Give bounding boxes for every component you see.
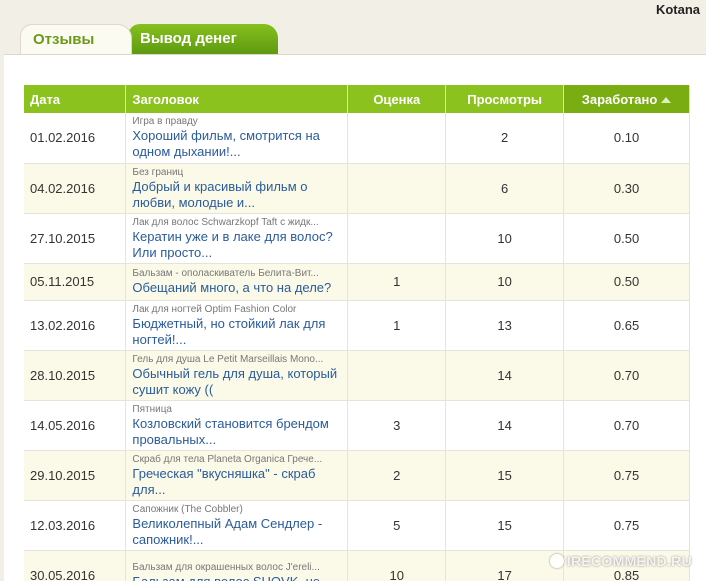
tab-reviews[interactable]: Отзывы bbox=[20, 24, 132, 54]
row-headline-link[interactable]: Кератин уже и в лаке для волос? Или прос… bbox=[132, 229, 343, 261]
row-title-cell: Бальзам - ополаскиватель Белита-Вит... Об… bbox=[125, 263, 349, 301]
row-views: 10 bbox=[445, 213, 565, 264]
row-headline-link[interactable]: Хороший фильм, смотрится на одном дыхани… bbox=[132, 128, 343, 160]
row-rating bbox=[347, 163, 447, 214]
row-date: 05.11.2015 bbox=[24, 263, 127, 301]
watermark-icon bbox=[549, 554, 564, 568]
row-date: 28.10.2015 bbox=[24, 350, 127, 401]
row-date: 14.05.2016 bbox=[24, 400, 127, 451]
row-subject: Игра в правду bbox=[132, 116, 198, 128]
row-rating: 1 bbox=[347, 263, 447, 301]
row-title-cell: Гель для душа Le Petit Marseillais Mono.… bbox=[125, 350, 349, 401]
row-views: 15 bbox=[445, 450, 565, 501]
row-headline-link[interactable]: Бальзам для волос SHOVK, не bbox=[132, 574, 343, 581]
row-title-cell: Скраб для тела Planeta Organica Грече...… bbox=[125, 450, 349, 501]
row-views: 13 bbox=[445, 300, 565, 351]
row-subject: Сапожник (The Cobbler) bbox=[132, 503, 243, 515]
row-headline-link[interactable]: Козловский становится брендом провальных… bbox=[132, 416, 343, 448]
column-header-title[interactable]: Заголовок bbox=[125, 85, 349, 113]
row-rating bbox=[347, 113, 447, 164]
table-row: 04.02.2016 Без границ Добрый и красивый фи… bbox=[24, 163, 690, 214]
row-earned: 0.50 bbox=[563, 263, 690, 301]
row-rating: 10 bbox=[347, 550, 447, 581]
watermark-logo: IRECOMMEND.RU bbox=[549, 553, 692, 569]
table-header-row: Дата Заголовок Оценка Просмотры Заработа… bbox=[24, 85, 690, 113]
row-views: 14 bbox=[445, 350, 565, 401]
sort-ascending-icon bbox=[661, 96, 672, 103]
table-row: 28.10.2015 Гель для душа Le Petit Marseil… bbox=[24, 350, 690, 401]
row-headline-link[interactable]: Добрый и красивый фильм о любви, молодые… bbox=[132, 179, 343, 211]
user-name[interactable]: Kotana bbox=[656, 2, 700, 17]
row-date: 27.10.2015 bbox=[24, 213, 127, 264]
row-title-cell: Пятница Козловский становится брендом про… bbox=[125, 400, 349, 451]
row-rating: 3 bbox=[347, 400, 447, 451]
reviews-table: Дата Заголовок Оценка Просмотры Заработа… bbox=[24, 85, 690, 581]
row-earned: 0.70 bbox=[563, 400, 690, 451]
row-subject: Без границ bbox=[132, 166, 184, 178]
table-row: 29.10.2015 Скраб для тела Planeta Organic… bbox=[24, 450, 690, 501]
table-row: 05.11.2015 Бальзам - ополаскиватель Белит… bbox=[24, 263, 690, 301]
row-subject: Скраб для тела Planeta Organica Грече... bbox=[132, 453, 323, 465]
table-row: 12.03.2016 Сапожник (The Cobbler) Великоле… bbox=[24, 500, 690, 551]
row-subject: Лак для волос Schwarzkopf Taft с жидк... bbox=[132, 216, 319, 228]
row-rating: 5 bbox=[347, 500, 447, 551]
row-headline-link[interactable]: Греческая "вкусняшка" - скраб для... bbox=[132, 466, 343, 498]
row-views: 6 bbox=[445, 163, 565, 214]
row-date: 12.03.2016 bbox=[24, 500, 127, 551]
column-header-earned-label: Заработано bbox=[581, 91, 658, 107]
tab-withdraw[interactable]: Вывод денег bbox=[128, 24, 278, 54]
row-views: 15 bbox=[445, 500, 565, 551]
column-header-earned[interactable]: Заработано bbox=[563, 85, 690, 113]
watermark-text: IRECOMMEND.RU bbox=[566, 553, 692, 569]
row-date: 01.02.2016 bbox=[24, 113, 127, 164]
row-views: 14 bbox=[445, 400, 565, 451]
table-row: 13.02.2016 Лак для ногтей Optim Fashion C… bbox=[24, 300, 690, 351]
row-subject: Лак для ногтей Optim Fashion Color bbox=[132, 303, 297, 315]
table-row: 01.02.2016 Игра в правду Хороший фильм, см… bbox=[24, 113, 690, 164]
row-earned: 0.70 bbox=[563, 350, 690, 401]
row-earned: 0.75 bbox=[563, 500, 690, 551]
row-headline-link[interactable]: Обещаний много, а что на деле? bbox=[132, 280, 343, 296]
row-title-cell: Лак для ногтей Optim Fashion Color Бюджет… bbox=[125, 300, 349, 351]
column-header-date[interactable]: Дата bbox=[24, 85, 127, 113]
column-header-rating[interactable]: Оценка bbox=[347, 85, 447, 113]
row-subject: Пятница bbox=[132, 403, 172, 415]
row-subject: Гель для душа Le Petit Marseillais Mono.… bbox=[132, 353, 324, 365]
row-date: 30.05.2016 bbox=[24, 550, 127, 581]
reviews-panel: Дата Заголовок Оценка Просмотры Заработа… bbox=[4, 54, 706, 581]
row-date: 13.02.2016 bbox=[24, 300, 127, 351]
table-row: 14.05.2016 Пятница Козловский становится б… bbox=[24, 400, 690, 451]
row-headline-link[interactable]: Бюджетный, но стойкий лак для ногтей!... bbox=[132, 316, 343, 348]
row-views: 10 bbox=[445, 263, 565, 301]
row-rating: 1 bbox=[347, 300, 447, 351]
row-rating: 2 bbox=[347, 450, 447, 501]
row-rating bbox=[347, 350, 447, 401]
row-earned: 0.50 bbox=[563, 213, 690, 264]
column-header-views[interactable]: Просмотры bbox=[445, 85, 565, 113]
row-title-cell: Бальзам для окрашенных волос J'ereli... Б… bbox=[125, 550, 349, 581]
row-headline-link[interactable]: Обычный гель для душа, который сушит кож… bbox=[132, 366, 343, 398]
row-subject: Бальзам - ополаскиватель Белита-Вит... bbox=[132, 268, 319, 279]
row-date: 29.10.2015 bbox=[24, 450, 127, 501]
row-headline-link[interactable]: Великолепный Адам Сендлер - сапожник!... bbox=[132, 516, 343, 548]
row-views: 17 bbox=[445, 550, 565, 581]
row-title-cell: Игра в правду Хороший фильм, смотрится на… bbox=[125, 113, 349, 164]
row-title-cell: Лак для волос Schwarzkopf Taft с жидк...… bbox=[125, 213, 349, 264]
row-earned: 0.75 bbox=[563, 450, 690, 501]
row-earned: 0.10 bbox=[563, 113, 690, 164]
row-title-cell: Без границ Добрый и красивый фильм о любв… bbox=[125, 163, 349, 214]
row-rating bbox=[347, 213, 447, 264]
row-earned: 0.30 bbox=[563, 163, 690, 214]
row-title-cell: Сапожник (The Cobbler) Великолепный Адам … bbox=[125, 500, 349, 551]
row-subject: Бальзам для окрашенных волос J'ereli... bbox=[132, 561, 320, 573]
row-earned: 0.65 bbox=[563, 300, 690, 351]
row-date: 04.02.2016 bbox=[24, 163, 127, 214]
row-views: 2 bbox=[445, 113, 565, 164]
table-row: 27.10.2015 Лак для волос Schwarzkopf Taft… bbox=[24, 213, 690, 264]
